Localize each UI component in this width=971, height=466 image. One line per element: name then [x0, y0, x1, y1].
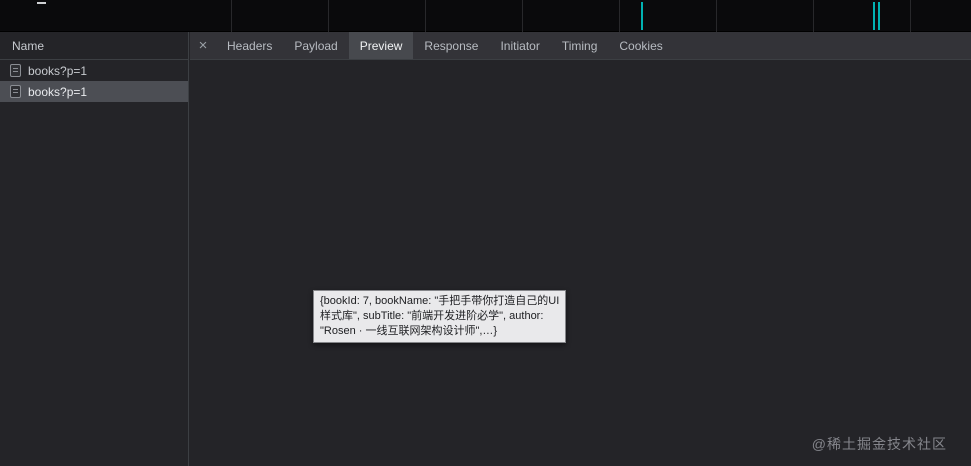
timeline-event-marker — [873, 2, 875, 30]
timeline-gridline — [522, 0, 523, 32]
json-file-icon — [10, 64, 21, 77]
tab-timing[interactable]: Timing — [551, 32, 609, 59]
json-array-item-row[interactable]: ▸4{bookId: 5, bookName: "从 0 开始学爬虫", sub… — [190, 244, 971, 260]
request-details-panel: × Headers Payload Preview Response Initi… — [190, 32, 971, 466]
json-property-row[interactable]: size10 — [190, 356, 971, 372]
json-property-row[interactable]: hitCountfalse — [190, 100, 971, 116]
timeline-request-tick — [37, 2, 46, 4]
json-property-row[interactable]: current1 — [190, 84, 971, 100]
tooltip-line: "Rosen · 一线互联网架构设计师",…} — [320, 325, 498, 337]
timeline-gridline — [910, 0, 911, 32]
juejin-watermark: @稀土掘金技术社区 — [811, 436, 947, 452]
json-preview-tree: ▾{,…} current1 hitCountfalse optimizeCou… — [190, 60, 971, 466]
request-row-selected[interactable]: books?p=1 — [0, 81, 188, 102]
network-overview-timeline[interactable] — [0, 0, 971, 32]
timeline-gridline — [231, 0, 232, 32]
json-array-item-row[interactable]: ▸5{bookId: 6, bookName: "零基础学透 TypeScrip… — [190, 260, 971, 276]
requests-sidebar: Name books?p=1 books?p=1 — [0, 32, 189, 466]
details-tabbar: × Headers Payload Preview Response Initi… — [190, 32, 971, 60]
json-property-row[interactable]: orders[] — [190, 132, 971, 148]
tab-payload[interactable]: Payload — [283, 32, 348, 59]
json-array-item-row[interactable]: ▸2{bookId: 3, bookName: "用技术人的眼光看世界 · 程序… — [190, 212, 971, 228]
tooltip-line: {bookId: 7, bookName: "手把手带你打造自己的UI — [320, 295, 560, 307]
tab-response[interactable]: Response — [413, 32, 489, 59]
json-array-item-row[interactable]: ▸8{bookId: ", subTitle: "以不变的设计应对常变框架",…… — [190, 308, 971, 324]
timeline-event-marker — [878, 2, 880, 30]
tab-headers[interactable]: Headers — [216, 32, 283, 59]
request-name: books?p=1 — [28, 63, 88, 78]
json-property-row[interactable]: total44 — [190, 372, 971, 388]
json-array-item-row[interactable]: ▸3{bookId: 4, bookName: "Webpack 从零入门到工程… — [190, 228, 971, 244]
json-array-item-row[interactable]: ▸7{bookId: ", subTitle: "Java工程师晋升必学", a… — [190, 292, 971, 308]
name-column-header[interactable]: Name — [0, 32, 188, 60]
close-icon[interactable]: × — [190, 32, 216, 59]
json-file-icon — [10, 85, 21, 98]
json-property-row[interactable]: optimizeCountSqltrue — [190, 116, 971, 132]
timeline-gridline — [328, 0, 329, 32]
timeline-gridline — [619, 0, 620, 32]
timeline-gridline — [716, 0, 717, 32]
json-property-row[interactable]: pages5 — [190, 148, 971, 164]
timeline-gridline — [813, 0, 814, 32]
json-array-item-row[interactable]: ▸0{bookId: 1, bookName: "教你用 Python 进阶量化… — [190, 180, 971, 196]
object-preview-tooltip: {bookId: 7, bookName: "手把手带你打造自己的UI 样式库"… — [313, 290, 567, 343]
tab-cookies[interactable]: Cookies — [608, 32, 673, 59]
devtools-network-panel: Name books?p=1 books?p=1 × Headers Paylo… — [0, 0, 971, 466]
json-root-row[interactable]: ▾{,…} — [190, 68, 971, 84]
tooltip-line: 样式库", subTitle: "前端开发进阶必学", author: — [320, 310, 544, 322]
tab-initiator[interactable]: Initiator — [489, 32, 550, 59]
request-name: books?p=1 — [28, 84, 88, 99]
timeline-event-marker — [641, 2, 643, 30]
request-row[interactable]: books?p=1 — [0, 60, 188, 81]
json-array-item-row[interactable]: ▸6{bookId: 7, bookName: "手把手带你打造自己的UI样式库… — [190, 276, 971, 292]
json-array-item-row[interactable]: ▸9{bookId: 编程大全", subTitle: "程序员基础必修系列课"… — [190, 324, 971, 340]
json-records-row[interactable]: ▾records[{bookId: 1, bookName: "教你用 Pyth… — [190, 164, 971, 180]
json-property-row[interactable]: searchCounttrue — [190, 340, 971, 356]
tab-preview[interactable]: Preview — [348, 32, 414, 59]
json-array-item-row[interactable]: ▸1{bookId: 2, bookName: "一条龙的 Node·Vue·R… — [190, 196, 971, 212]
timeline-gridline — [425, 0, 426, 32]
